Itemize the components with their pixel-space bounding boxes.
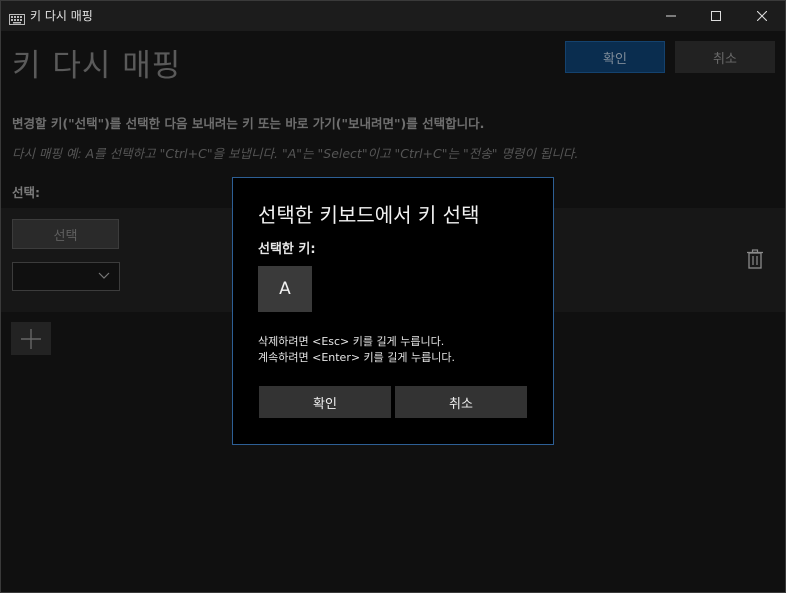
close-button[interactable]	[739, 0, 785, 31]
header-cancel-button[interactable]: 취소	[675, 41, 775, 73]
keyboard-icon	[9, 10, 25, 25]
select-key-dialog: 선택한 키보드에서 키 선택 선택한 키: A 삭제하려면 <Esc> 키를 길…	[232, 177, 554, 445]
chevron-down-icon	[98, 272, 110, 279]
maximize-button[interactable]	[693, 0, 739, 31]
maximize-icon	[711, 10, 721, 21]
plus-icon	[21, 328, 41, 349]
selected-key-label: 선택한 키:	[258, 242, 316, 257]
delete-row-button[interactable]	[746, 249, 764, 273]
dialog-help-enter: 계속하려면 <Enter> 키를 길게 누릅니다.	[258, 351, 456, 364]
title-bar: 키 다시 매핑	[0, 0, 786, 31]
select-key-button[interactable]: 선택	[12, 219, 119, 249]
page-title: 키 다시 매핑	[12, 48, 182, 84]
close-icon	[757, 10, 767, 21]
minimize-icon	[666, 15, 676, 16]
dialog-title: 선택한 키보드에서 키 선택	[258, 203, 480, 227]
window-title: 키 다시 매핑	[30, 9, 93, 23]
selected-key-display: A	[258, 266, 312, 312]
example-text: 다시 매핑 예: A를 선택하고 "Ctrl+C"을 보냅니다. "A"는 "S…	[12, 146, 579, 161]
minimize-button[interactable]	[648, 0, 694, 31]
dialog-ok-button[interactable]: 확인	[259, 386, 391, 418]
instruction-text: 변경할 키("선택")를 선택한 다음 보내려는 키 또는 바로 가기("보내려…	[12, 116, 485, 131]
select-column-header: 선택:	[12, 185, 40, 200]
header-ok-button[interactable]: 확인	[565, 41, 665, 73]
trash-icon	[747, 249, 763, 269]
add-remap-button[interactable]	[11, 322, 51, 355]
dialog-cancel-button[interactable]: 취소	[395, 386, 527, 418]
dialog-help-esc: 삭제하려면 <Esc> 키를 길게 누릅니다.	[258, 335, 445, 348]
key-combo-box[interactable]	[12, 262, 120, 291]
